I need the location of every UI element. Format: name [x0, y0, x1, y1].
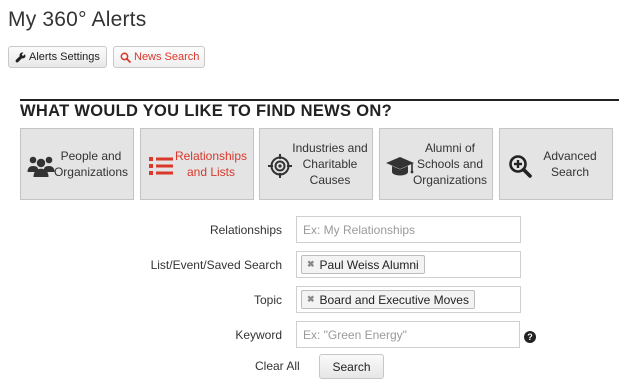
tag-label: Board and Executive Moves: [319, 292, 469, 307]
target-icon: [265, 153, 295, 179]
category-relationships-lists[interactable]: Relationships and Lists: [140, 128, 254, 200]
selected-topic-tag: ✖ Board and Executive Moves: [301, 290, 475, 309]
remove-tag-icon[interactable]: ✖: [307, 259, 315, 270]
alerts-settings-button[interactable]: Alerts Settings: [8, 46, 107, 68]
people-icon: [26, 153, 56, 179]
news-search-button[interactable]: News Search: [113, 46, 205, 68]
relationships-input[interactable]: Ex: My Relationships: [296, 216, 521, 243]
category-advanced-search[interactable]: Advanced Search: [499, 128, 613, 200]
topic-label: Topic: [253, 293, 282, 307]
list-icon: [146, 153, 176, 179]
section-divider: [20, 99, 619, 101]
category-alumni[interactable]: Alumni of Schools and Organizations: [379, 128, 493, 200]
relationships-placeholder: Ex: My Relationships: [303, 222, 416, 237]
relationships-label: Relationships: [209, 223, 282, 237]
page-title: My 360° Alerts: [8, 8, 147, 31]
list-event-saved-search-input[interactable]: ✖ Paul Weiss Alumni: [296, 251, 521, 278]
help-icon[interactable]: ?: [524, 331, 536, 343]
keyword-label: Keyword: [235, 328, 282, 342]
remove-tag-icon[interactable]: ✖: [307, 294, 315, 305]
category-industries-causes[interactable]: Industries and Charitable Causes: [259, 128, 373, 200]
alerts-settings-label: Alerts Settings: [29, 51, 100, 63]
selected-list-tag: ✖ Paul Weiss Alumni: [301, 255, 425, 274]
search-button[interactable]: Search: [319, 354, 384, 379]
clear-all-link[interactable]: Clear All: [255, 359, 300, 373]
tag-label: Paul Weiss Alumni: [319, 257, 419, 272]
graduation-cap-icon: [385, 153, 415, 179]
category-people-organizations[interactable]: People and Organizations: [20, 128, 134, 200]
topic-input[interactable]: ✖ Board and Executive Moves: [296, 286, 521, 313]
category-label: Relationships and Lists: [174, 149, 248, 179]
category-label: Alumni of Schools and Organizations: [412, 141, 488, 187]
section-heading: WHAT WOULD YOU LIKE TO FIND NEWS ON?: [20, 102, 392, 120]
category-label: Industries and Charitable Causes: [292, 141, 368, 187]
search-icon: [120, 52, 131, 63]
zoom-in-icon: [505, 153, 535, 179]
keyword-input[interactable]: Ex: "Green Energy": [296, 321, 520, 348]
wrench-icon: [15, 51, 26, 62]
category-label: Advanced Search: [543, 149, 597, 179]
list-event-saved-search-label: List/Event/Saved Search: [150, 258, 282, 272]
keyword-placeholder: Ex: "Green Energy": [303, 327, 407, 342]
news-search-label: News Search: [134, 51, 200, 63]
category-label: People and Organizations: [53, 149, 129, 179]
